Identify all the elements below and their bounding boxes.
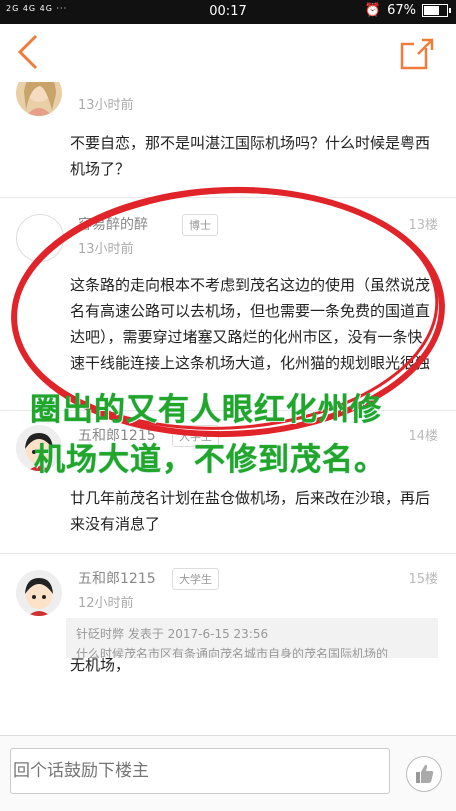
avatar[interactable] <box>16 425 62 471</box>
floor-number: 14楼 <box>408 429 438 444</box>
quoted-reply[interactable]: 针砭时弊 发表于 2017-6-15 23:56 什么时候茂名市区有条通向茂名城… <box>66 618 438 658</box>
battery-icon <box>422 4 451 17</box>
avatar[interactable] <box>16 214 64 262</box>
top-nav <box>0 24 456 82</box>
divider <box>0 197 456 198</box>
alarm-icon: ⏰ <box>364 3 382 18</box>
post-body: 廿几年前茂名计划在盐仓做机场，后来改在沙琅，再后来没有消息了 <box>70 489 431 533</box>
like-button[interactable] <box>406 756 442 792</box>
reply-input[interactable] <box>10 748 390 794</box>
back-arrow-icon[interactable] <box>14 34 44 70</box>
post-time: 13小时前 <box>78 98 134 113</box>
username[interactable]: 五和郎1215 <box>78 425 156 445</box>
divider <box>0 553 456 554</box>
post-body: 不要自恋，那不是叫湛江国际机场吗？什么时候是粤西机场了？ <box>70 134 431 178</box>
username[interactable]: 容易醉的醉 <box>78 214 148 234</box>
battery-percent: 67% <box>387 3 416 18</box>
rank-badge: 博士 <box>182 214 218 236</box>
thumbs-up-icon <box>416 764 434 783</box>
quote-text: 什么时候茂名市区有条通向茂名城市自身的茂名国际机场的 <box>76 647 389 658</box>
post-time: 13小时前 <box>78 242 134 257</box>
share-icon[interactable] <box>400 36 436 70</box>
divider <box>0 410 456 411</box>
avatar[interactable] <box>16 82 62 116</box>
post-body: 这条路的走向根本不考虑到茂名这边的使用（虽然说茂名有高速公路可以去机场，但也需要… <box>70 276 431 372</box>
rank-badge: 大学生 <box>172 568 219 590</box>
avatar[interactable] <box>16 570 62 616</box>
floor-number: 13楼 <box>408 218 438 233</box>
floor-number: 15楼 <box>408 572 438 587</box>
rank-badge: 大学生 <box>172 425 219 447</box>
status-right: ⏰ 67% <box>364 3 451 18</box>
reply-bar <box>0 735 456 811</box>
quote-header: 针砭时弊 发表于 2017-6-15 23:56 <box>76 627 269 641</box>
status-bar: 2G 4G 4G ··· 00:17 ⏰ 67% <box>0 0 456 24</box>
username[interactable]: 五和郎1215 <box>78 568 156 588</box>
post-time: 12小时前 <box>78 596 134 611</box>
